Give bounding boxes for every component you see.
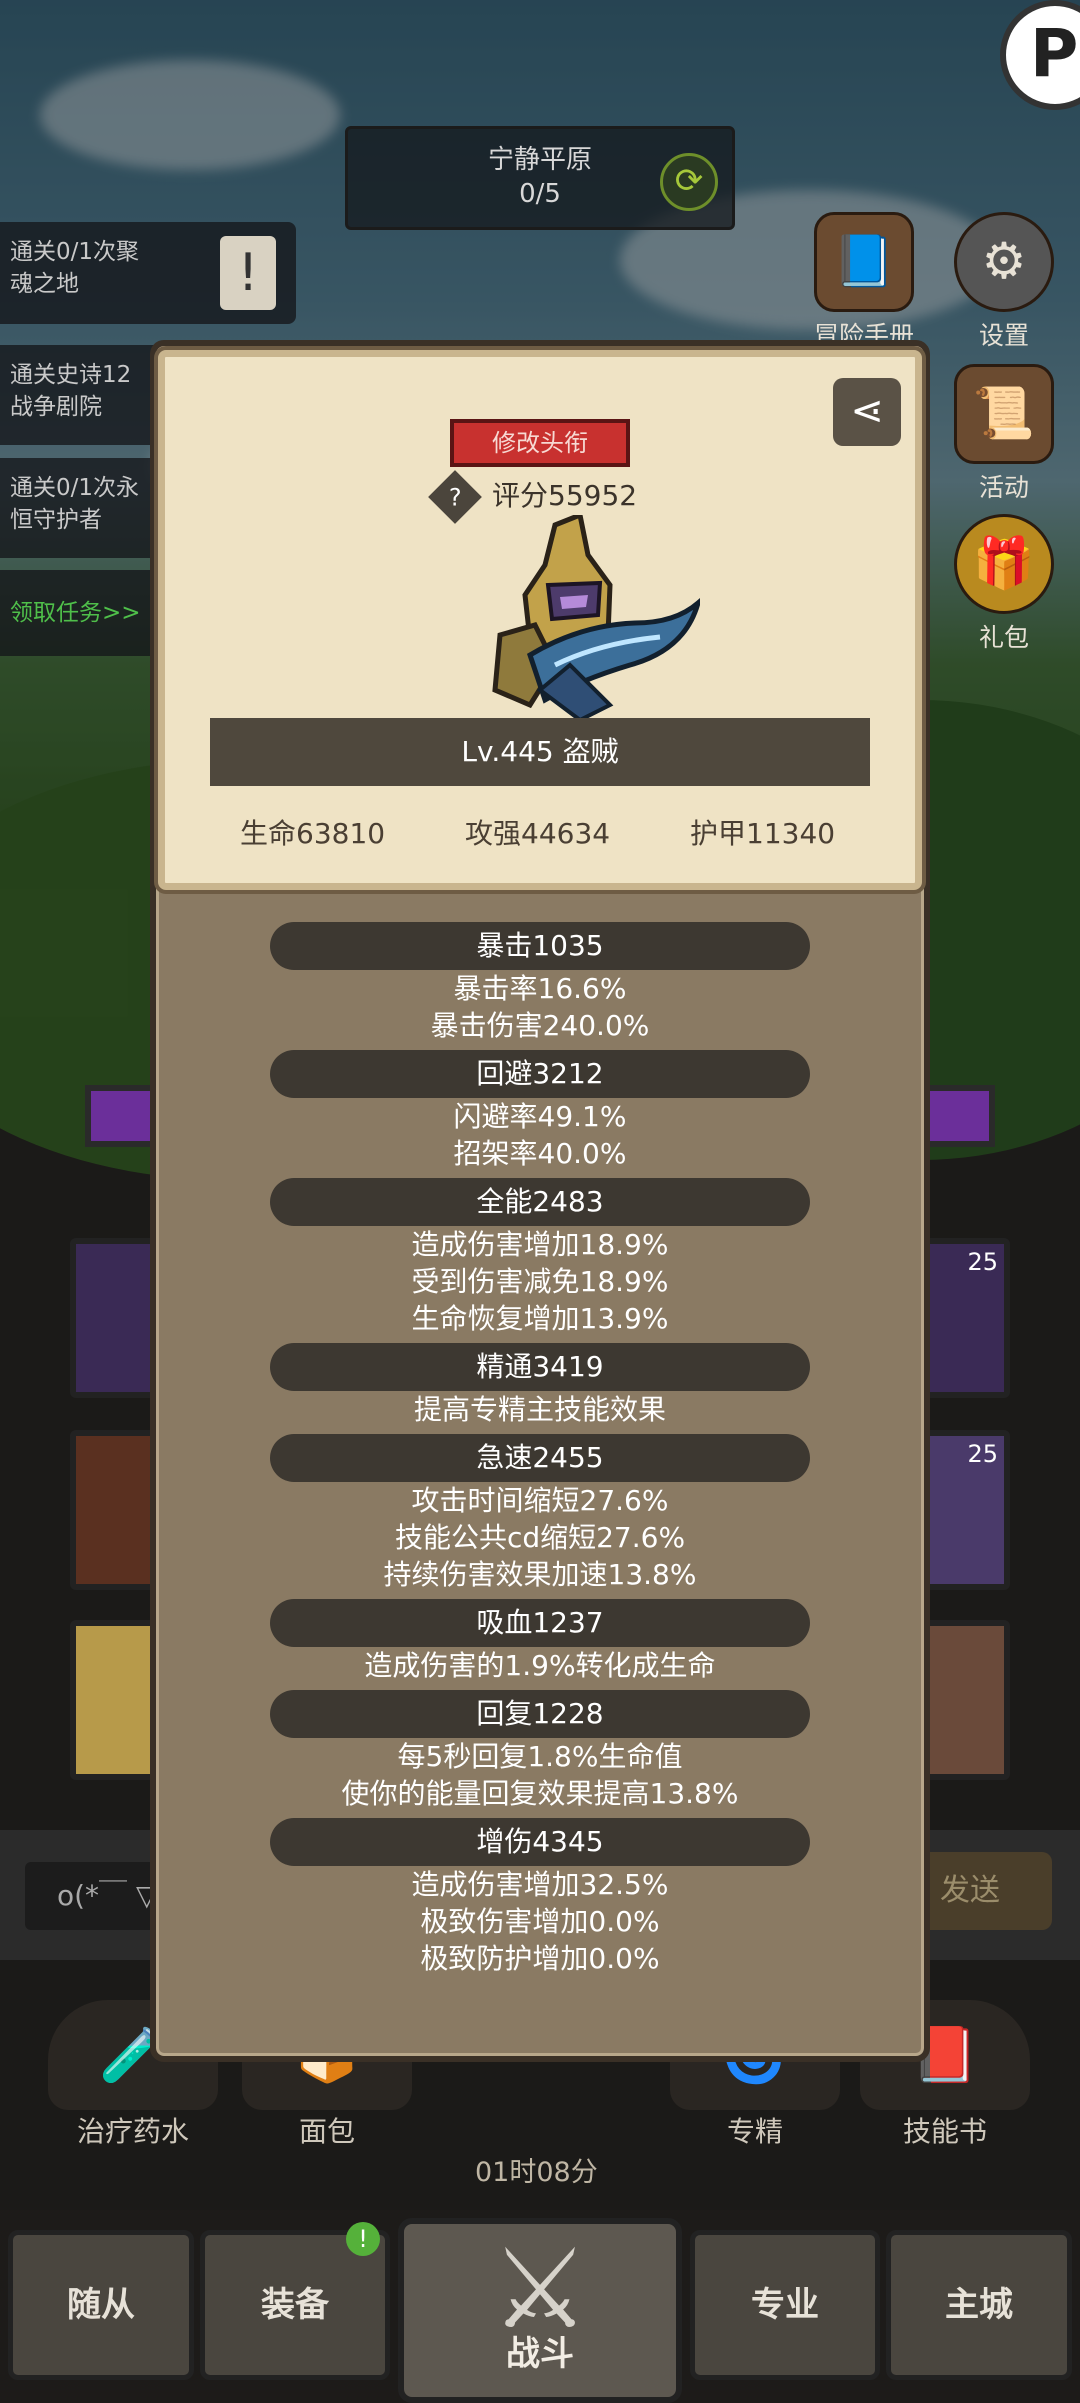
stat-line: 招架率40.0%	[453, 1137, 627, 1170]
stat-header-avoidance: 回避3212	[270, 1050, 810, 1098]
gear-icon: ⚙	[954, 212, 1054, 312]
stat-header-recovery: 回复1228	[270, 1690, 810, 1738]
stat-header-versatility: 全能2483	[270, 1178, 810, 1226]
stat-header-haste: 急速2455	[270, 1434, 810, 1482]
gift-icon: 🎁	[954, 514, 1054, 614]
share-button[interactable]: ⋖	[833, 378, 901, 446]
skillbook-label: 技能书	[902, 2115, 987, 2148]
armor-attribute: 护甲11340	[690, 817, 836, 850]
book-icon: 📘	[814, 212, 914, 312]
offline-timer: 01时08分	[475, 2157, 598, 2188]
rogue-character-portrait	[492, 515, 700, 723]
slot-count: 25	[967, 1440, 998, 1468]
stat-line: 受到伤害减免18.9%	[411, 1265, 669, 1298]
stat-line: 造成伤害增加32.5%	[411, 1868, 669, 1901]
stat-line: 造成伤害增加18.9%	[411, 1228, 669, 1261]
score-value: 评分55952	[492, 479, 638, 512]
attack-attribute: 攻强44634	[465, 817, 611, 850]
activity-label: 活动	[978, 473, 1029, 502]
stat-line: 极致伤害增加0.0%	[420, 1905, 660, 1938]
potion-label: 治疗药水	[76, 2115, 189, 2148]
hp-attribute: 生命63810	[240, 817, 386, 850]
quest-claim-label: 领取任务>>	[10, 600, 141, 626]
level-class-bar: Lv.445 盗贼	[210, 718, 870, 786]
quest-item[interactable]: 通关0/1次聚 魂之地 !	[0, 222, 296, 324]
bread-label: 面包	[298, 2115, 355, 2148]
stat-line: 生命恢复增加13.9%	[411, 1302, 669, 1335]
nav-followers[interactable]: 随从	[8, 2230, 194, 2380]
nav-profession[interactable]: 专业	[690, 2230, 880, 2380]
nav-main-city[interactable]: 主城	[886, 2230, 1072, 2380]
stat-line: 暴击率16.6%	[453, 972, 627, 1005]
stat-line: 使你的能量回复效果提高13.8%	[341, 1777, 739, 1810]
stat-line: 每5秒回复1.8%生命值	[397, 1740, 683, 1773]
activity-button[interactable]: 📜 活动	[946, 364, 1062, 504]
spec-label: 专精	[726, 2115, 783, 2148]
warning-icon: !	[220, 236, 276, 310]
stage-info[interactable]: 宁静平原 0/5 ⟳	[345, 126, 735, 230]
edit-title-button[interactable]: 修改头衔	[450, 419, 630, 467]
settings-label: 设置	[978, 321, 1029, 350]
nav-battle-label: 战斗	[506, 2334, 574, 2374]
gift-button[interactable]: 🎁 礼包	[946, 514, 1062, 654]
settings-button[interactable]: ⚙ 设置	[946, 212, 1062, 352]
score-row: ? 评分55952	[428, 470, 638, 524]
stat-header-damage-boost: 增伤4345	[270, 1818, 810, 1866]
stat-line: 攻击时间缩短27.6%	[411, 1484, 669, 1517]
stat-header-crit: 暴击1035	[270, 922, 810, 970]
stat-line: 闪避率49.1%	[453, 1100, 627, 1133]
stat-line: 提高专精主技能效果	[413, 1393, 666, 1426]
stat-header-leech: 吸血1237	[270, 1599, 810, 1647]
stat-line: 暴击伤害240.0%	[430, 1009, 650, 1042]
stat-header-mastery: 精通3419	[270, 1343, 810, 1391]
slot-count: 25	[967, 1248, 998, 1276]
stat-line: 造成伤害的1.9%转化成生命	[364, 1649, 716, 1682]
share-icon: ⋖	[850, 388, 884, 434]
gift-label: 礼包	[978, 623, 1029, 652]
notification-badge: !	[346, 2222, 380, 2256]
stat-line: 持续伤害效果加速13.8%	[383, 1558, 697, 1591]
scroll-icon: 📜	[954, 364, 1054, 464]
swap-stage-icon[interactable]: ⟳	[660, 153, 718, 211]
stat-line: 极致防护增加0.0%	[420, 1942, 660, 1975]
nav-battle[interactable]: ⚔ 战斗	[398, 2218, 682, 2403]
adventure-handbook-button[interactable]: 📘 冒险手册	[806, 212, 922, 352]
stat-line: 技能公共cd缩短27.6%	[394, 1521, 686, 1554]
